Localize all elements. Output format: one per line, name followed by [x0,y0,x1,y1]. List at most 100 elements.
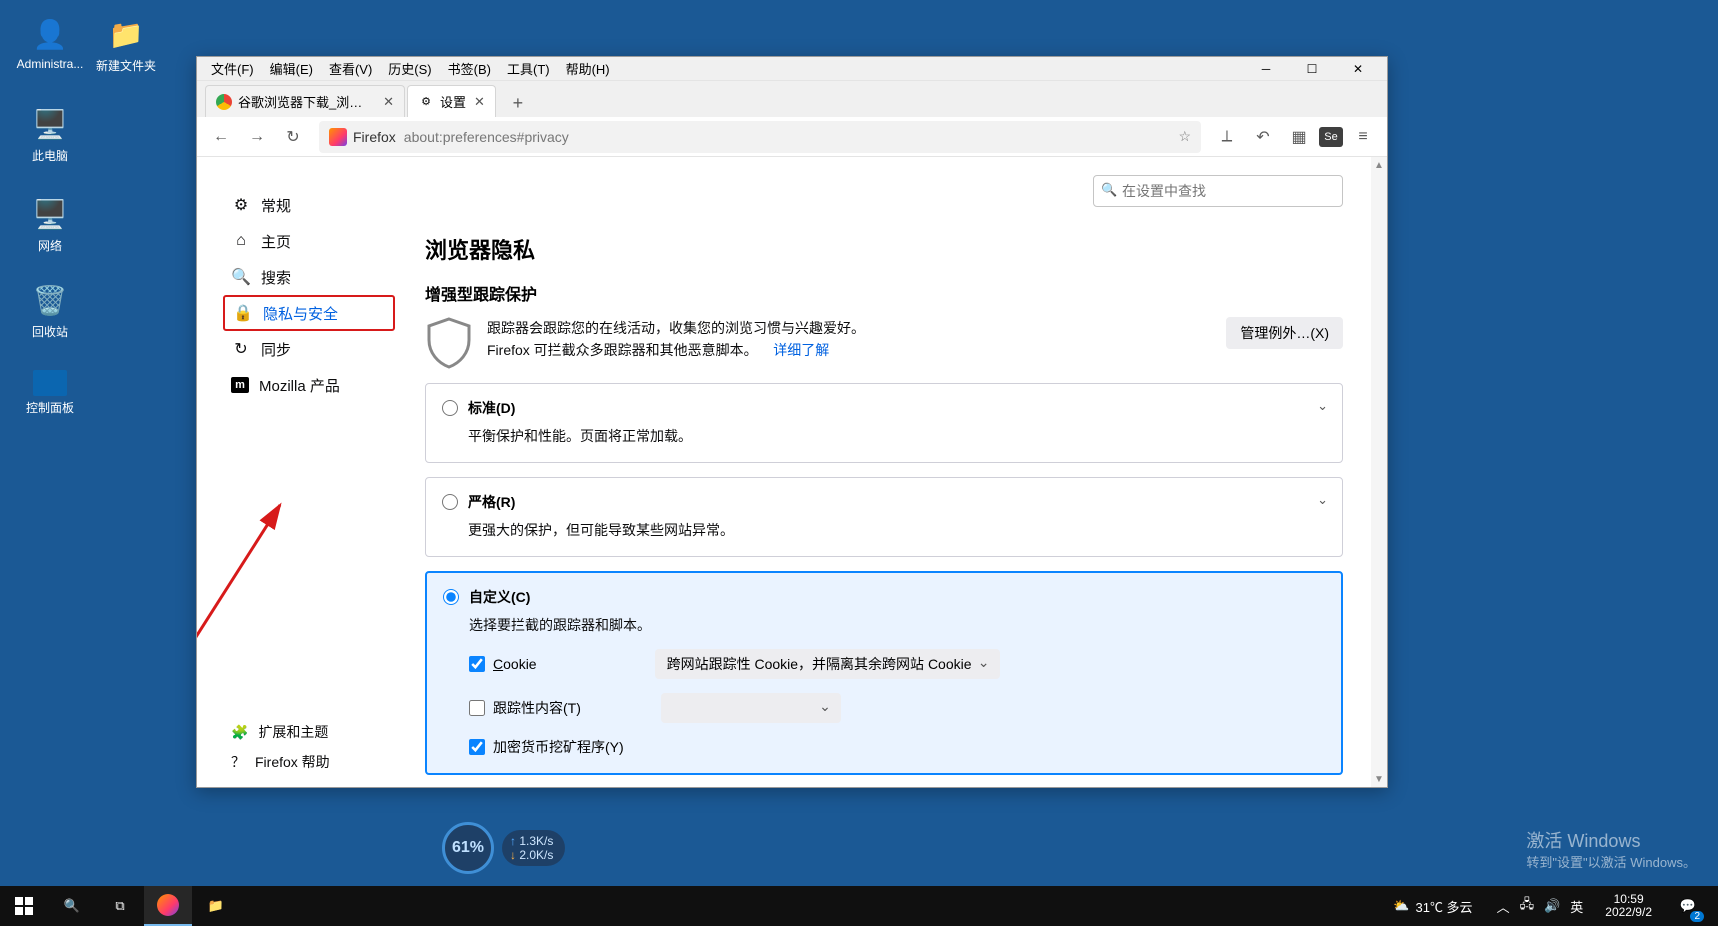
search-icon: 🔍 [231,267,251,287]
radio-strict[interactable] [442,494,458,510]
tray-network-icon[interactable]: 🖧 [1520,895,1535,917]
notification-badge: 2 [1690,911,1704,922]
sidebar-item-sync[interactable]: ↻ 同步 [223,331,395,367]
sidebar-item-mozilla-products[interactable]: m Mozilla 产品 [223,367,395,403]
sidebar-item-label: 搜索 [261,267,291,288]
chevron-down-icon[interactable]: ⌄ [1317,492,1328,508]
url-path: about:preferences#privacy [404,129,569,145]
settings-sidebar: ⚙ 常规 ⌂ 主页 🔍 搜索 🔒 隐私与安全 ↻ 同步 m Mozilla 产品 [197,157,407,787]
taskbar-firefox[interactable] [144,886,192,926]
desktop-icon-this-pc[interactable]: 🖥️ 此电脑 [14,104,86,164]
card-desc: 更强大的保护，但可能导致某些网站异常。 [468,520,1326,540]
menu-tools[interactable]: 工具(T) [499,59,558,78]
start-button[interactable] [0,886,48,926]
sidebar-item-home[interactable]: ⌂ 主页 [223,223,395,259]
selenium-icon[interactable]: Se [1319,127,1343,147]
learn-more-link[interactable]: 详细了解 [773,342,829,358]
minimize-button[interactable]: ─ [1243,57,1289,81]
desktop-icon-admin[interactable]: 👤 Administra... [14,14,86,71]
desktop-icon-recycle-bin[interactable]: 🗑️ 回收站 [14,280,86,340]
tray-volume-icon[interactable]: 🔊 [1544,898,1560,914]
radio-standard[interactable] [442,400,458,416]
task-view-button[interactable]: ⧉ [96,886,144,926]
checkbox-cookie[interactable] [469,656,485,672]
checkbox-cryptominer[interactable] [469,739,485,755]
checkbox-tracking-content[interactable] [469,700,485,716]
watermark-line2: 转到"设置"以激活 Windows。 [1526,854,1696,872]
hamburger-menu-icon[interactable]: ≡ [1347,121,1379,153]
tab-close-icon[interactable]: ✕ [474,94,485,110]
cookie-dropdown[interactable]: 跨网站跟踪性 Cookie，并隔离其余跨网站 Cookie [655,649,1000,679]
desktop-label: 网络 [14,237,86,254]
tracking-content-dropdown[interactable] [661,693,841,723]
search-button[interactable]: 🔍 [48,886,96,926]
tab-chrome-download[interactable]: 谷歌浏览器下载_浏览器官网入口 ✕ [205,85,405,117]
menu-history[interactable]: 历史(S) [380,59,439,78]
download-rate: 2.0K/s [510,848,553,862]
checkbox-label: CCookieookie [493,656,537,672]
menu-help[interactable]: 帮助(H) [558,59,618,78]
tab-close-icon[interactable]: ✕ [383,94,394,110]
desktop-label: 回收站 [14,323,86,340]
protection-custom-card[interactable]: 自定义(C) 选择要拦截的跟踪器和脚本。 CCookieookie 跨网站跟踪性… [425,571,1343,775]
network-icon: 🖥️ [30,194,70,234]
new-tab-button[interactable]: + [504,89,532,117]
user-icon: 👤 [30,14,70,54]
forward-button[interactable]: → [241,121,273,153]
tab-settings[interactable]: ⚙ 设置 ✕ [407,85,496,117]
address-bar[interactable]: Firefox about:preferences#privacy ☆ [319,121,1201,153]
gear-icon: ⚙ [231,195,251,215]
sidebar-item-privacy[interactable]: 🔒 隐私与安全 [223,295,395,331]
menu-bookmarks[interactable]: 书签(B) [440,59,499,78]
sidebar-item-extensions[interactable]: 🧩 扩展和主题 [223,717,395,747]
desktop-label: Administra... [14,57,86,71]
sidebar-item-label: Mozilla 产品 [259,375,340,396]
taskbar-clock[interactable]: 10:59 2022/9/2 [1597,893,1660,919]
menu-edit[interactable]: 编辑(E) [262,59,321,78]
menu-view[interactable]: 查看(V) [321,59,380,78]
apps-grid-icon[interactable]: ▦ [1283,121,1315,153]
watermark-line1: 激活 Windows [1526,829,1696,854]
radio-custom[interactable] [443,589,459,605]
undo-icon[interactable]: ↶ [1247,121,1279,153]
close-button[interactable]: ✕ [1335,57,1381,81]
maximize-button[interactable]: ☐ [1289,57,1335,81]
card-desc: 平衡保护和性能。页面将正常加载。 [468,426,1326,446]
settings-search-input[interactable] [1093,175,1343,207]
network-speed-widget[interactable]: 61% 1.3K/s 2.0K/s [442,822,565,874]
notification-center-button[interactable]: 💬2 [1666,886,1710,926]
sidebar-item-help[interactable]: ？ Firefox 帮助 [223,747,395,777]
protection-strict-card[interactable]: 严格(R) ⌄ 更强大的保护，但可能导致某些网站异常。 [425,477,1343,557]
menu-file[interactable]: 文件(F) [203,59,262,78]
tray-chevron-up-icon[interactable]: ︿ [1497,897,1510,916]
sidebar-item-search[interactable]: 🔍 搜索 [223,259,395,295]
bookmark-star-icon[interactable]: ☆ [1178,128,1191,145]
sidebar-item-general[interactable]: ⚙ 常规 [223,187,395,223]
weather-widget[interactable]: ⛅ 31℃ 多云 [1383,897,1482,916]
crop-icon[interactable]: ⟂ [1211,121,1243,153]
protection-standard-card[interactable]: 标准(D) ⌄ 平衡保护和性能。页面将正常加载。 [425,383,1343,463]
desktop-icon-control-panel[interactable]: 控制面板 [14,370,86,416]
manage-exceptions-button[interactable]: 管理例外…(X) [1226,317,1343,349]
firefox-icon [329,128,347,146]
settings-main: 浏览器隐私 增强型跟踪保护 跟踪器会跟踪您的在线活动，收集您的浏览习惯与兴趣爱好… [407,157,1371,787]
chevron-down-icon[interactable]: ⌄ [1317,398,1328,414]
scroll-down-arrow[interactable]: ▼ [1371,771,1387,787]
home-icon: ⌂ [231,232,251,250]
reload-button[interactable]: ↻ [277,121,309,153]
taskbar-explorer[interactable]: 📁 [192,886,240,926]
mozilla-icon: m [231,377,249,393]
upload-rate: 1.3K/s [510,834,553,848]
section-title: 增强型跟踪保护 [425,281,1343,305]
desktop-icon-network[interactable]: 🖥️ 网络 [14,194,86,254]
tray-ime[interactable]: 英 [1570,897,1583,916]
scroll-up-arrow[interactable]: ▲ [1371,157,1387,173]
folder-icon: 📁 [106,14,146,54]
back-button[interactable]: ← [205,121,237,153]
help-icon: ？ [231,752,245,772]
card-title: 自定义(C) [469,587,530,607]
desktop-label: 此电脑 [14,147,86,164]
vertical-scrollbar[interactable]: ▲ ▼ [1371,157,1387,787]
nav-toolbar: ← → ↻ Firefox about:preferences#privacy … [197,117,1387,157]
desktop-icon-newfolder[interactable]: 📁 新建文件夹 [90,14,162,74]
